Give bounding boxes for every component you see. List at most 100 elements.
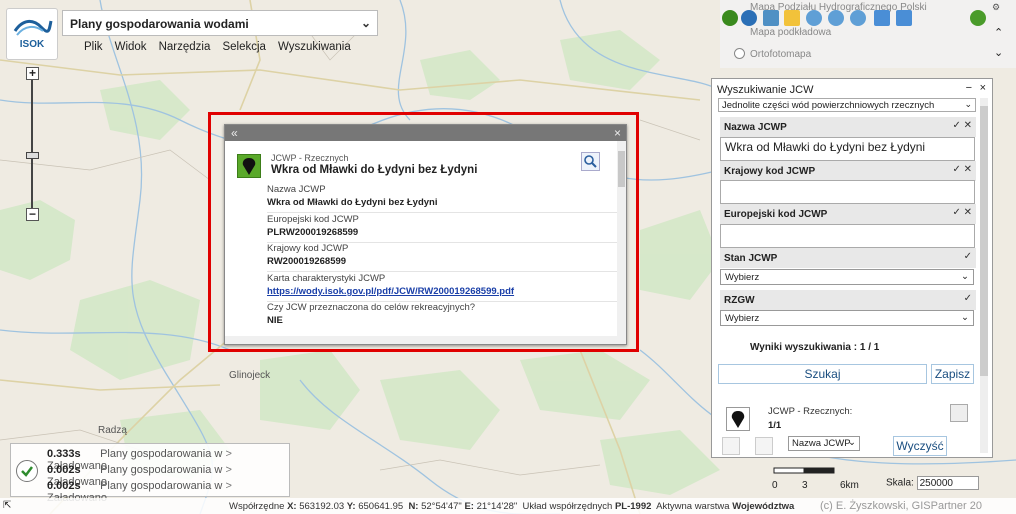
zoom-in-button[interactable]: + [26, 67, 39, 80]
coord-n: 52°54'47" [421, 501, 462, 512]
section-label: Europejski kod JCWP [724, 209, 828, 220]
scale-bar: 0 3 6km [772, 466, 872, 491]
section-rzgw: RZGW ✓ [720, 290, 976, 310]
pan-hand-icon[interactable] [784, 10, 800, 26]
arrow-right-icon[interactable] [896, 10, 912, 26]
status-time: 0.333s [47, 448, 81, 460]
nazwa-input[interactable]: Wkra od Mławki do Łydyni bez Łydyni [720, 137, 975, 161]
feature-info-popup: « × JCWP - Rzecznych Wkra od Mławki do Ł… [224, 124, 627, 345]
check-close-icon[interactable]: ✓ ✕ [952, 207, 972, 218]
rzgw-select[interactable]: Wybierz ⌄ [720, 310, 974, 326]
gear-icon[interactable]: ⚙ [992, 2, 1000, 13]
status-name: Plany gospodarowania w [100, 480, 223, 492]
menu-wyszukiwania[interactable]: Wyszukiwania [278, 41, 351, 53]
popup-h-scrollbar[interactable] [225, 336, 617, 344]
layer-item[interactable]: Ortofotomapa [750, 49, 811, 60]
coordinates-readout: Współrzędne X: 563192.03 Y: 650641.95 N:… [229, 501, 795, 512]
search-panel-title: Wyszukiwanie JCW [717, 84, 814, 96]
export-icon[interactable] [950, 404, 968, 422]
zoom-in-icon[interactable] [806, 10, 822, 26]
results-count: Wyniki wyszukiwania : 1 / 1 [750, 342, 880, 353]
info-icon[interactable] [722, 10, 738, 26]
section-krajowy: Krajowy kod JCWP ✓ ✕ [720, 161, 976, 181]
zoom-full-icon[interactable] [850, 10, 866, 26]
layer-item[interactable]: Mapa podkładowa [750, 27, 831, 38]
check-close-icon[interactable]: ✓ ✕ [952, 120, 972, 131]
close-icon[interactable]: × [980, 82, 986, 94]
zoom-track[interactable] [31, 80, 33, 210]
zoom-out-icon[interactable] [828, 10, 844, 26]
coord-e: 21°14'28" [476, 501, 518, 512]
place-label: Glinojeck [229, 370, 271, 381]
menu-plik[interactable]: Plik [84, 41, 103, 53]
minimize-icon[interactable]: − [966, 82, 972, 94]
arrow-left-icon[interactable] [874, 10, 890, 26]
chevron-up-icon[interactable]: ⌃ [994, 26, 1003, 39]
popup-scrollbar[interactable] [617, 141, 626, 344]
identify-icon[interactable] [741, 10, 757, 26]
attr-key: Nazwa JCWP [267, 184, 326, 195]
check-icon[interactable]: ✓ [964, 251, 972, 262]
popup-header: « × [225, 125, 626, 141]
map-extent-icon[interactable] [763, 10, 779, 26]
map-pin-icon [237, 154, 261, 178]
check-close-icon[interactable]: ✓ ✕ [952, 164, 972, 175]
chevron-down-icon: ⌄ [848, 437, 856, 448]
loading-status: 0.333s Plany gospodarowania w > Załadowa… [10, 443, 290, 504]
attr-row: Czy JCW przeznaczona do celów rekreacyjn… [267, 302, 617, 330]
section-europejski: Europejski kod JCWP ✓ ✕ [720, 204, 976, 224]
attr-value: PLRW200019268599 [267, 227, 359, 238]
active-layer: Województwa [732, 501, 795, 512]
menu-narzedzia[interactable]: Narzędzia [159, 41, 211, 53]
save-button[interactable]: Zapisz [931, 364, 974, 384]
close-icon[interactable]: × [614, 126, 621, 140]
login-icon[interactable]: ⇱ [3, 500, 11, 511]
place-label: Radzą [98, 425, 127, 436]
search-panel-header: Wyszukiwanie JCW − × [712, 79, 992, 99]
feature-title: Wkra od Mławki do Łydyni bez Łydyni [271, 164, 478, 176]
search-panel: Wyszukiwanie JCW − × Jednolite części wó… [711, 78, 993, 458]
krajowy-input[interactable] [720, 180, 975, 204]
search-button[interactable]: Szukaj [718, 364, 927, 384]
pdf-link[interactable]: https://wody.isok.gov.pl/pdf/JCW/RW20001… [267, 286, 514, 297]
attr-key: Krajowy kod JCWP [267, 243, 349, 254]
coord-system: PL-1992 [614, 501, 652, 512]
europejski-input[interactable] [720, 224, 975, 248]
collapse-icon[interactable]: « [231, 126, 238, 140]
attr-key: Europejski kod JCWP [267, 214, 359, 225]
feature-type: JCWP - Rzecznych [271, 153, 349, 163]
section-nazwa: Nazwa JCWP ✓ ✕ [720, 117, 976, 137]
stan-select[interactable]: Wybierz ⌄ [720, 269, 974, 285]
attr-key: Czy JCW przeznaczona do celów rekreacyjn… [267, 302, 476, 313]
map-pin-icon [726, 407, 750, 431]
zoom-to-feature-button[interactable] [581, 152, 600, 171]
status-arrow: > [225, 480, 232, 492]
section-label: Stan JCWP [724, 253, 778, 264]
status-name: Plany gospodarowania w [100, 464, 223, 476]
sort-field-select[interactable]: Nazwa JCWP ⌄ [788, 436, 860, 451]
radio-icon[interactable] [734, 48, 745, 59]
clear-button[interactable]: Wyczyść [893, 436, 947, 456]
scale-label: 0 [772, 480, 778, 491]
menu-selekcja[interactable]: Selekcja [222, 41, 265, 53]
stan-value: Wybierz [725, 272, 760, 283]
zoom-slider-handle[interactable] [26, 152, 39, 159]
scale-label: 6km [840, 480, 859, 491]
app-title-dropdown[interactable]: Plany gospodarowania wodami ⌄ [62, 10, 378, 36]
menu-widok[interactable]: Widok [115, 41, 147, 53]
scale-input-label: Skala: [886, 477, 914, 489]
attr-value: Wkra od Mławki do Łydyni bez Łydyni [267, 197, 438, 208]
panel-scrollbar[interactable] [980, 98, 988, 453]
help-icon[interactable] [970, 10, 986, 26]
section-label: Nazwa JCWP [724, 122, 787, 133]
users-icon[interactable] [755, 437, 773, 455]
chevron-down-icon[interactable]: ⌄ [994, 46, 1003, 59]
scale-input[interactable]: 250000 [916, 476, 979, 490]
status-time: 0.002s [47, 480, 81, 492]
coord-y: 650641.95 [358, 501, 404, 512]
sort-icon[interactable] [722, 437, 740, 455]
check-icon[interactable]: ✓ [964, 293, 972, 304]
category-select[interactable]: Jednolite części wód powierzchniowych rz… [718, 98, 976, 112]
popup-body: JCWP - Rzecznych Wkra od Mławki do Łydyn… [225, 141, 626, 344]
zoom-out-button[interactable]: − [26, 208, 39, 221]
